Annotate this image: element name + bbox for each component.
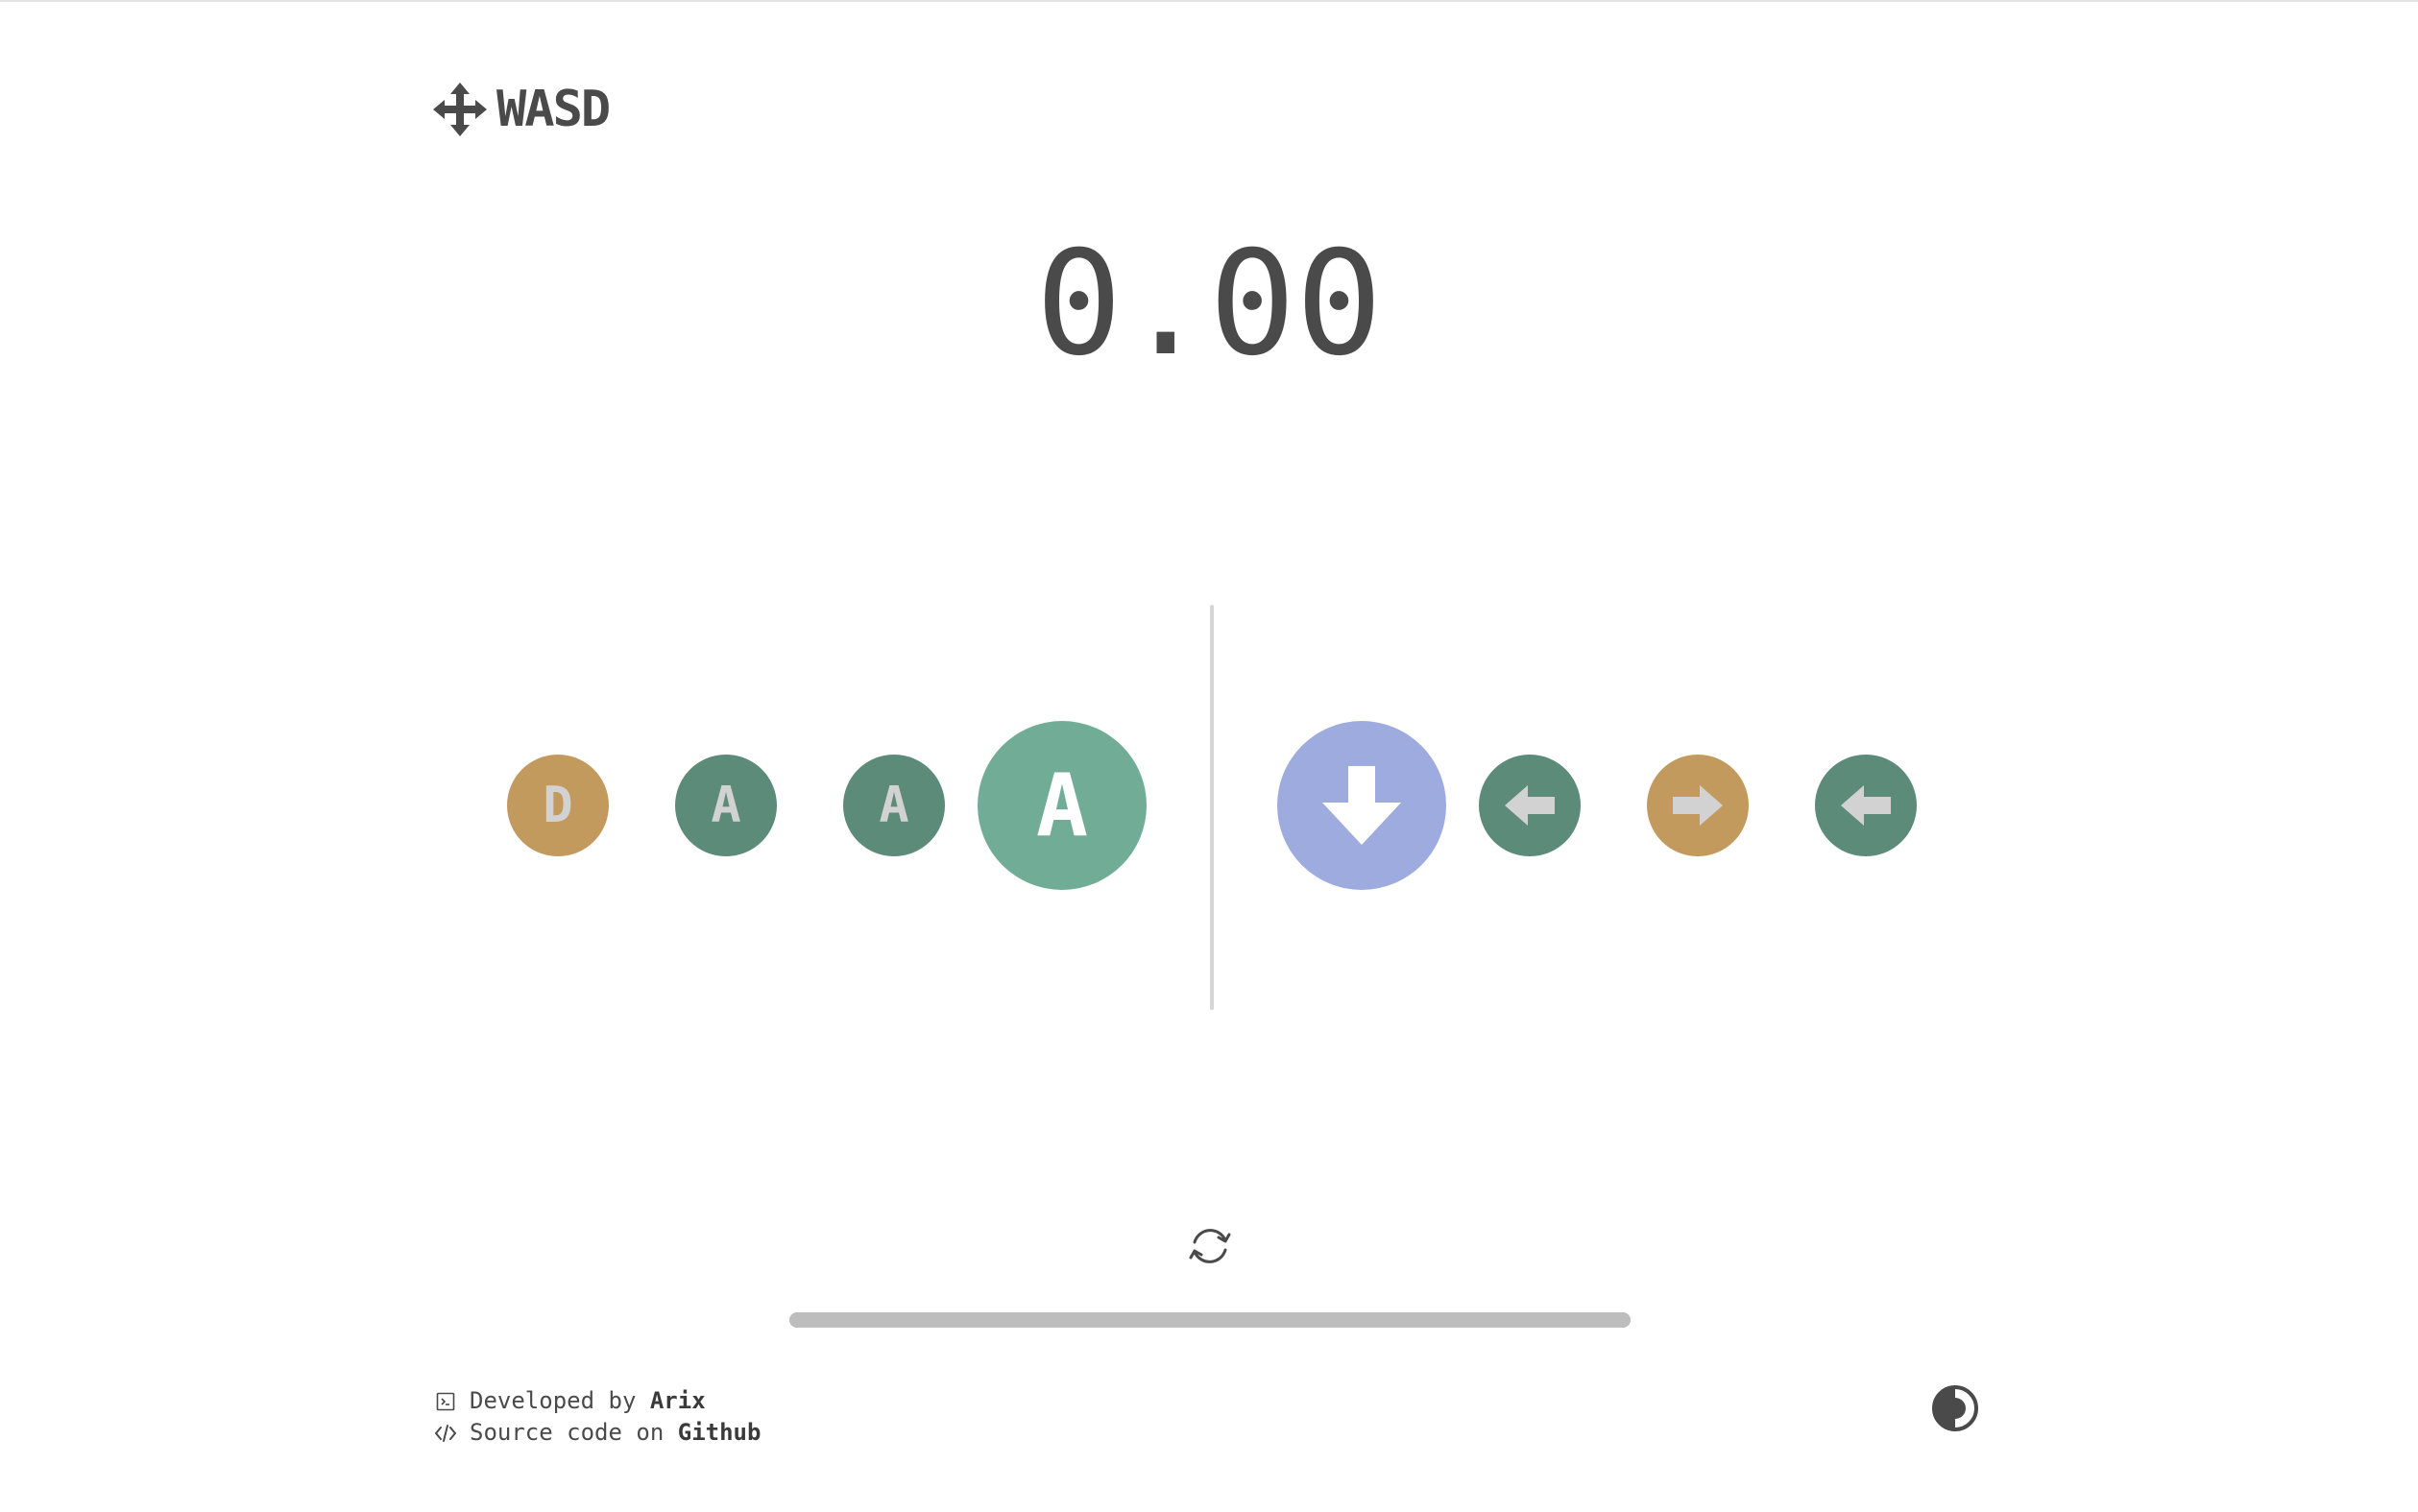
- history-key-label: A: [711, 777, 741, 834]
- footer: Developed by Arix Source code on Github: [435, 1385, 761, 1449]
- contrast-icon: [1931, 1384, 1979, 1436]
- history-key: D: [507, 755, 609, 856]
- theme-toggle-button[interactable]: [1930, 1385, 1980, 1435]
- developer-credit: Developed by Arix: [435, 1385, 761, 1417]
- top-border: [0, 0, 2418, 2]
- reset-button[interactable]: [1185, 1223, 1235, 1273]
- refresh-icon: [1185, 1221, 1235, 1275]
- developed-by-text: Developed by: [470, 1387, 650, 1414]
- next-key: [1277, 721, 1446, 890]
- source-credit: Source code on Github: [435, 1417, 761, 1449]
- upcoming-key: [1479, 755, 1581, 856]
- progress-fill: [789, 1312, 1631, 1328]
- arrow-right-icon: [1673, 785, 1723, 826]
- developer-link[interactable]: Arix: [650, 1385, 706, 1417]
- upcoming-key: [1647, 755, 1749, 856]
- move-arrows-icon: [433, 83, 487, 136]
- code-icon: [435, 1423, 456, 1444]
- timer-display: 0.00: [1035, 221, 1383, 388]
- history-key-label: A: [879, 777, 909, 834]
- arrow-down-icon: [1322, 766, 1401, 845]
- current-key: A: [978, 721, 1147, 890]
- history-key: A: [843, 755, 945, 856]
- source-code-text: Source code on: [470, 1419, 678, 1446]
- upcoming-key: [1815, 755, 1917, 856]
- divider: [1210, 605, 1214, 1010]
- current-key-label: A: [1035, 755, 1089, 856]
- app-title: WASD: [496, 81, 611, 138]
- progress-bar: [789, 1312, 1631, 1328]
- github-link[interactable]: Github: [678, 1417, 762, 1449]
- history-key-label: D: [543, 777, 573, 834]
- terminal-icon: [435, 1391, 456, 1412]
- arrow-left-icon: [1841, 785, 1891, 826]
- app-logo[interactable]: WASD: [433, 81, 611, 138]
- history-key: A: [675, 755, 777, 856]
- arrow-left-icon: [1505, 785, 1555, 826]
